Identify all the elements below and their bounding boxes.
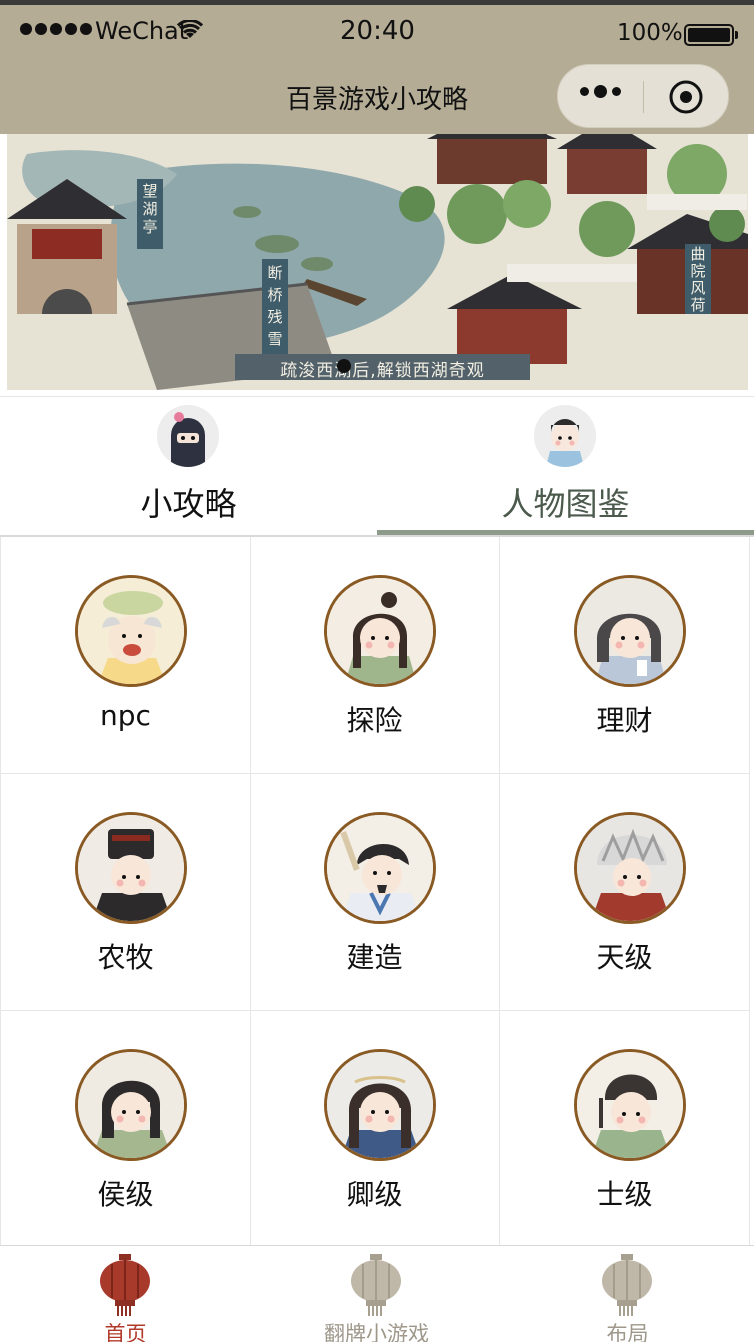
category-scholar-rank[interactable]: 士级 — [500, 1011, 750, 1248]
category-construction[interactable]: 建造 — [250, 774, 500, 1011]
ninja-avatar-icon — [157, 405, 219, 467]
tabbar-label: 布局 — [606, 1322, 649, 1342]
close-miniprogram-icon[interactable] — [668, 79, 704, 115]
character-category-grid: npc 探险 理财 农牧 建造 天级 侯级 卿级 士级 — [0, 537, 750, 1248]
capsule-divider — [643, 81, 644, 113]
tab-character-atlas[interactable]: 人物图鉴 — [377, 397, 754, 537]
tabbar-home[interactable]: 首页 — [0, 1246, 251, 1342]
lantern-icon — [602, 1254, 652, 1316]
category-tabs: 小攻略 人物图鉴 — [0, 396, 754, 536]
tab-guides[interactable]: 小攻略 — [0, 397, 377, 537]
miniprogram-capsule — [557, 64, 729, 128]
heaven-rank-portrait — [574, 812, 686, 924]
bottom-tab-bar: 首页 翻牌小游戏 布局 — [0, 1245, 754, 1342]
category-minister-rank[interactable]: 卿级 — [250, 1011, 500, 1248]
tabbar-label: 翻牌小游戏 — [324, 1322, 429, 1342]
battery-percent: 100% — [617, 20, 683, 46]
battery-icon — [684, 24, 738, 46]
category-label: 理财 — [596, 704, 653, 737]
tab-label-guides: 小攻略 — [140, 485, 237, 523]
tab-label-character-atlas: 人物图鉴 — [501, 485, 630, 523]
category-label: 天级 — [596, 941, 653, 974]
farming-portrait — [75, 812, 187, 924]
category-label: npc — [100, 699, 151, 732]
npc-portrait — [75, 575, 187, 687]
top-bar: WeChat 20:40 100% 百景游戏小攻略 — [0, 0, 754, 134]
category-finance[interactable]: 理财 — [500, 537, 750, 774]
scholar-avatar-icon — [534, 405, 596, 467]
status-time: 20:40 — [340, 16, 415, 46]
minister-rank-portrait — [324, 1049, 436, 1161]
category-heaven-rank[interactable]: 天级 — [500, 774, 750, 1011]
wifi-icon — [177, 20, 203, 38]
category-label: 农牧 — [97, 941, 154, 974]
finance-portrait — [574, 575, 686, 687]
category-marquis-rank[interactable]: 侯级 — [1, 1011, 251, 1248]
more-options-icon[interactable] — [580, 85, 621, 98]
tabbar-layout[interactable]: 布局 — [502, 1246, 753, 1342]
category-label: 士级 — [596, 1178, 653, 1211]
tabbar-card-game[interactable]: 翻牌小游戏 — [251, 1246, 502, 1342]
west-lake-illustration — [7, 134, 748, 390]
lantern-icon — [351, 1254, 401, 1316]
category-npc[interactable]: npc — [1, 537, 251, 774]
category-label: 卿级 — [346, 1178, 403, 1211]
banner-caption: 疏浚西湖后,解锁西湖奇观 — [280, 361, 485, 381]
signal-strength-icon — [20, 23, 92, 35]
carousel-indicator-dot[interactable] — [337, 359, 351, 373]
category-adventure[interactable]: 探险 — [250, 537, 500, 774]
category-label: 探险 — [346, 704, 403, 737]
sign-duanqiao: 断桥残雪 — [267, 264, 283, 348]
carrier-name: WeChat — [95, 17, 189, 45]
construction-portrait — [324, 812, 436, 924]
category-label: 侯级 — [97, 1178, 154, 1211]
lantern-icon — [100, 1254, 150, 1316]
sign-wanghu: 望湖亭 — [142, 182, 158, 236]
sign-quyuan: 曲院风荷 — [690, 245, 706, 314]
banner-carousel[interactable]: 望湖亭 断桥残雪 曲院风荷 疏浚西湖后,解锁西湖奇观 — [7, 134, 748, 390]
status-bar: WeChat 20:40 100% — [0, 10, 754, 52]
category-label: 建造 — [346, 941, 403, 974]
category-farming[interactable]: 农牧 — [1, 774, 251, 1011]
adventure-portrait — [324, 575, 436, 687]
marquis-rank-portrait — [75, 1049, 187, 1161]
scholar-rank-portrait — [574, 1049, 686, 1161]
tabbar-label: 首页 — [104, 1322, 147, 1342]
